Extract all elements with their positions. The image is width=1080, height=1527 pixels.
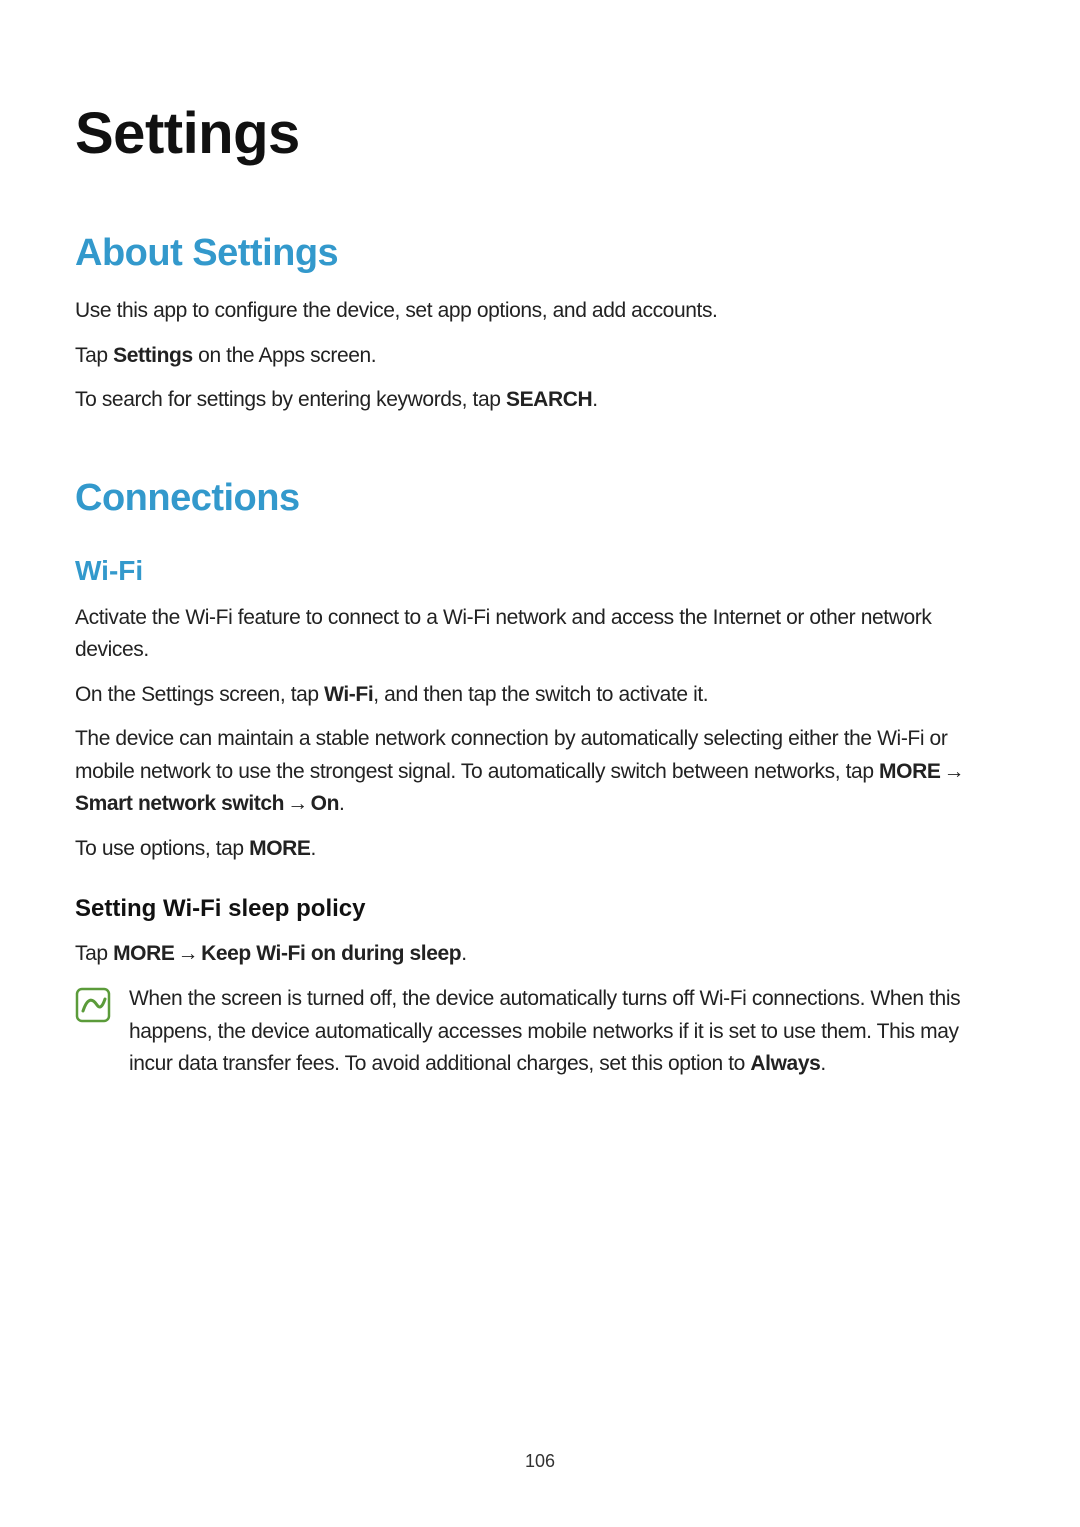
text: The device can maintain a stable network…	[75, 727, 947, 783]
sleep-p1: Tap MORE→Keep Wi-Fi on during sleep.	[75, 938, 1005, 971]
page-number: 106	[0, 1451, 1080, 1472]
about-p1: Use this app to configure the device, se…	[75, 295, 1005, 328]
text: To use options, tap	[75, 837, 249, 860]
wifi-p2: On the Settings screen, tap Wi-Fi, and t…	[75, 679, 1005, 712]
wifi-p4: To use options, tap MORE.	[75, 833, 1005, 866]
note-text: When the screen is turned off, the devic…	[129, 983, 1005, 1081]
wifi-p3: The device can maintain a stable network…	[75, 723, 1005, 821]
wifi-sleep-policy-heading: Setting Wi-Fi sleep policy	[75, 895, 1005, 923]
more-label-bold: MORE	[879, 760, 940, 783]
arrow-icon: →	[175, 938, 202, 971]
note-block: When the screen is turned off, the devic…	[75, 983, 1005, 1081]
text: , and then tap the switch to activate it…	[373, 683, 708, 706]
always-label-bold: Always	[750, 1052, 820, 1075]
on-label-bold: On	[311, 792, 339, 815]
wifi-p1: Activate the Wi-Fi feature to connect to…	[75, 602, 1005, 667]
page-title: Settings	[75, 100, 1005, 167]
text: Tap	[75, 344, 113, 367]
wifi-label-bold: Wi-Fi	[324, 683, 373, 706]
connections-heading: Connections	[75, 477, 1005, 520]
settings-label-bold: Settings	[113, 344, 193, 367]
keep-wifi-on-bold: Keep Wi-Fi on during sleep	[201, 942, 461, 965]
about-p3: To search for settings by entering keywo…	[75, 384, 1005, 417]
more-label-bold: MORE	[249, 837, 310, 860]
text: .	[311, 837, 316, 860]
arrow-icon: →	[284, 788, 311, 821]
about-p2: Tap Settings on the Apps screen.	[75, 340, 1005, 373]
text: When the screen is turned off, the devic…	[129, 987, 960, 1075]
text: .	[820, 1052, 825, 1075]
text: On the Settings screen, tap	[75, 683, 324, 706]
note-icon	[75, 987, 111, 1028]
text: Tap	[75, 942, 113, 965]
text: .	[461, 942, 466, 965]
text: .	[339, 792, 344, 815]
search-label-bold: SEARCH	[506, 388, 592, 411]
about-settings-heading: About Settings	[75, 232, 1005, 275]
more-label-bold: MORE	[113, 942, 174, 965]
text: on the Apps screen.	[193, 344, 376, 367]
wifi-heading: Wi-Fi	[75, 555, 1005, 587]
smart-network-switch-bold: Smart network switch	[75, 792, 284, 815]
text: .	[592, 388, 597, 411]
arrow-icon: →	[940, 756, 967, 789]
text: To search for settings by entering keywo…	[75, 388, 506, 411]
